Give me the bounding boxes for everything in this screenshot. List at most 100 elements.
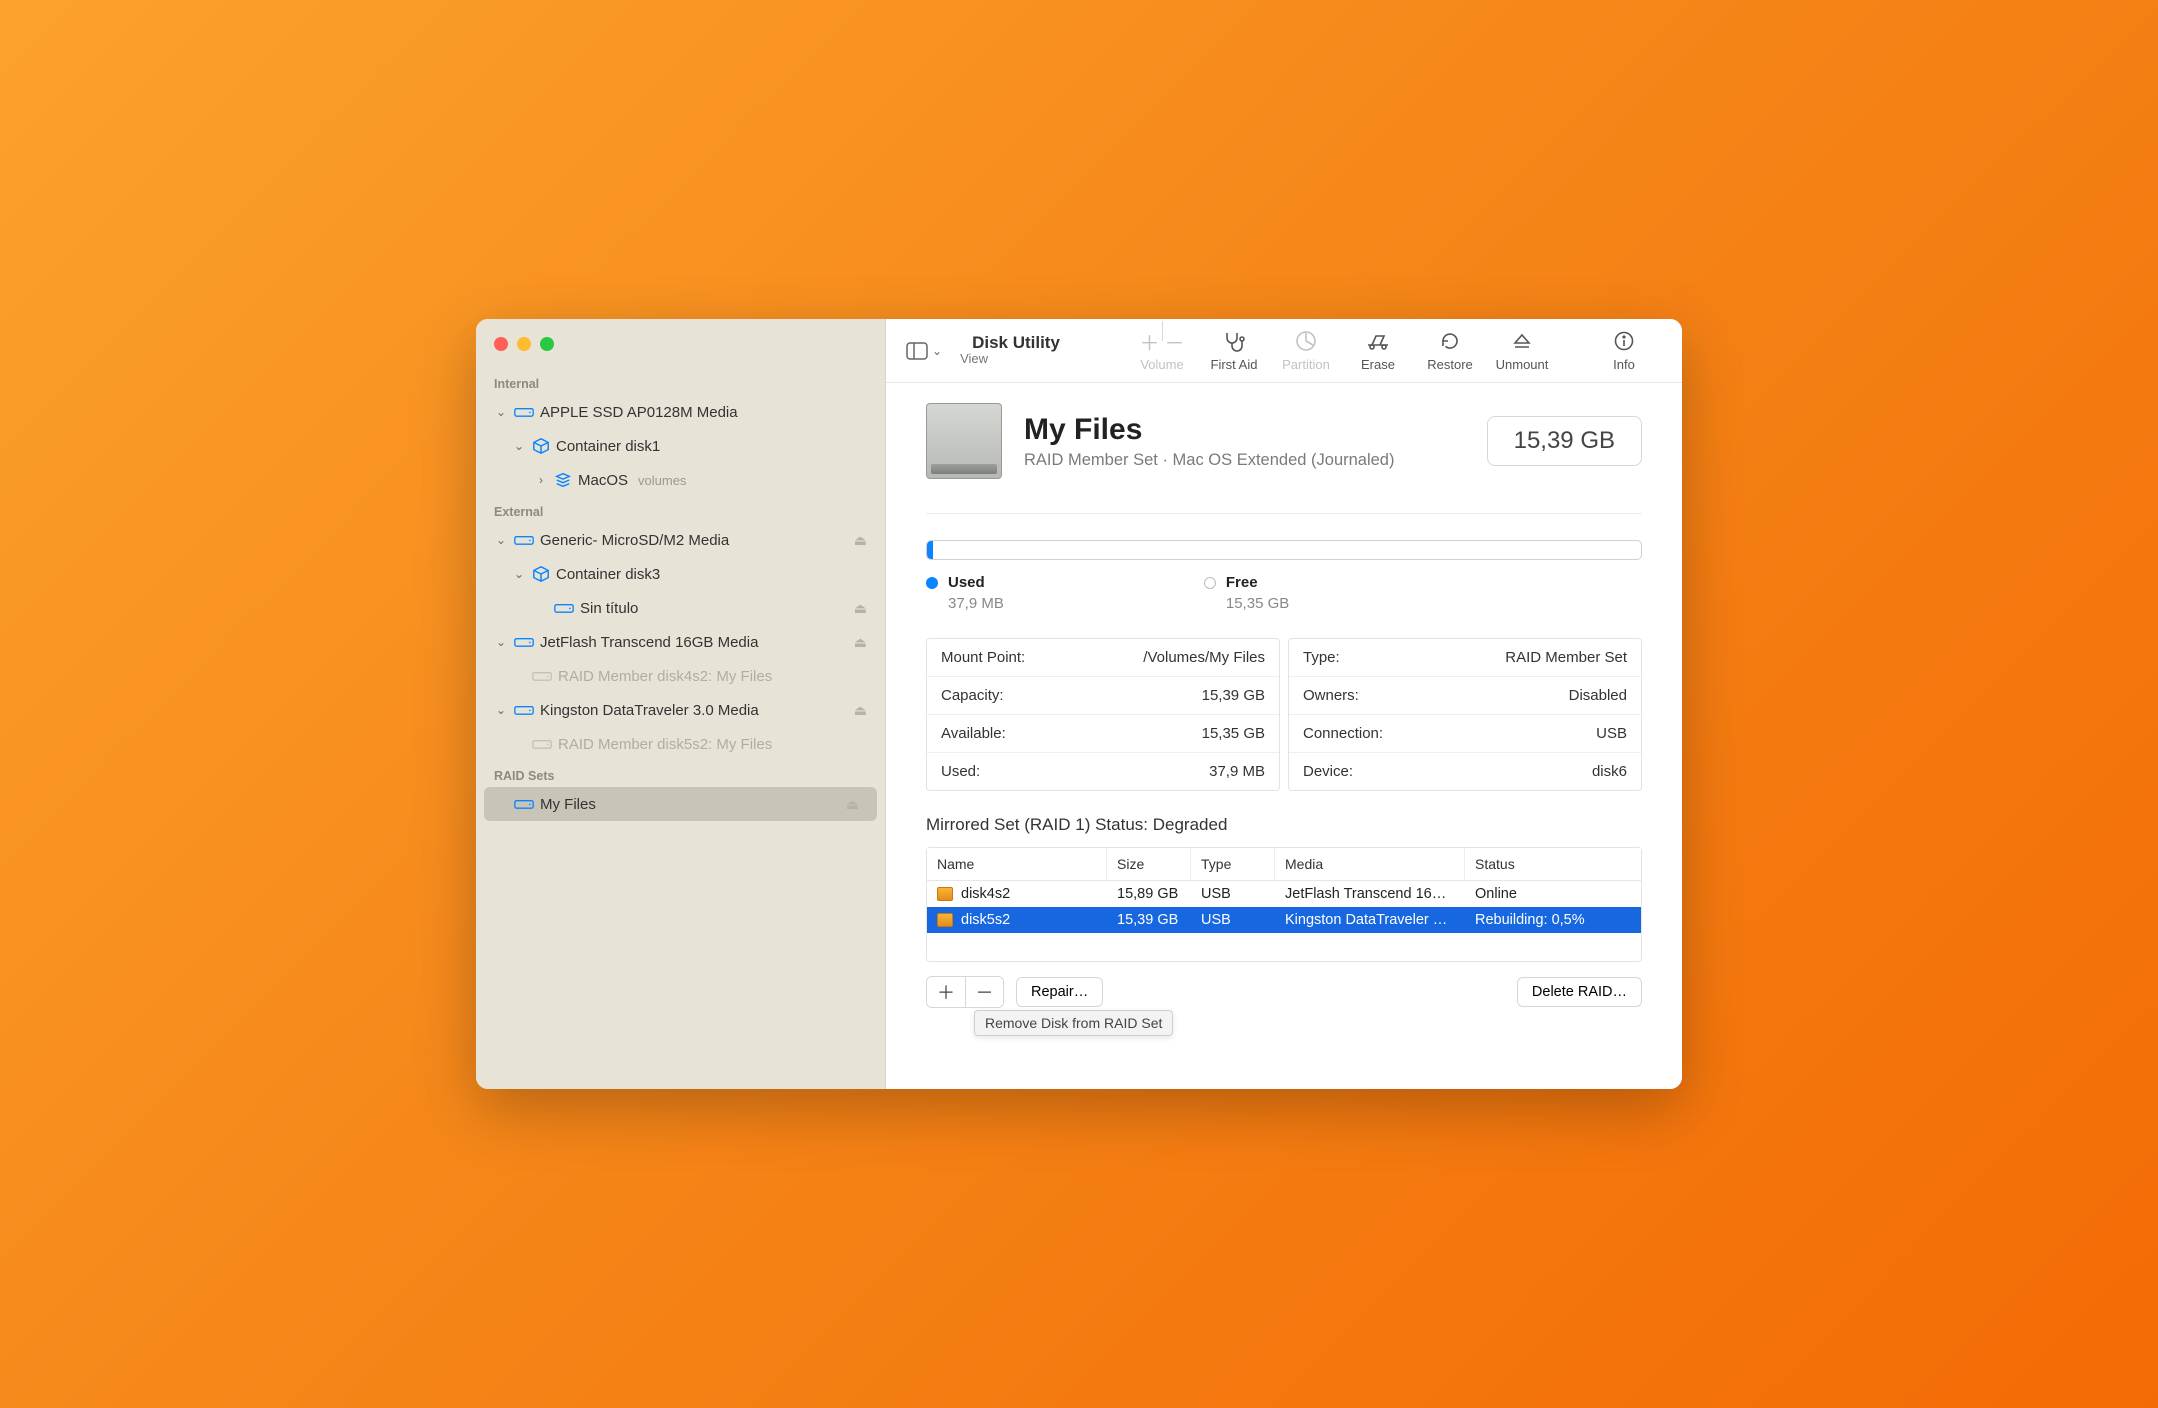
disk-chip-icon [937,887,953,901]
sidebar-item-label: MacOS [578,472,628,489]
sidebar-item-macos[interactable]: › MacOS volumes [476,463,885,497]
info-row: Device:disk6 [1289,753,1641,790]
raid-table-header: Name Size Type Media Status [927,848,1641,881]
col-size[interactable]: Size [1107,848,1191,880]
zoom-window-button[interactable] [540,337,554,351]
view-menu-button[interactable]: ⌄ [898,338,950,364]
info-icon [1614,329,1634,353]
sidebar-item-container-disk1[interactable]: ⌄ Container disk1 [476,429,885,463]
pie-icon [1295,329,1317,353]
usage-bar-used-segment [927,541,933,559]
sidebar-item-generic-microsd[interactable]: ⌄ Generic- MicroSD/M2 Media ⏏ [476,523,885,557]
sidebar-section-external: External [476,497,885,523]
sidebar-section-internal: Internal [476,369,885,395]
sidebar-item-sin-titulo[interactable]: · Sin título ⏏ [476,591,885,625]
raid-status-text: Mirrored Set (RAID 1) Status: Degraded [926,815,1642,835]
drive-icon [514,533,534,547]
sidebar-section-raid-sets: RAID Sets [476,761,885,787]
col-status[interactable]: Status [1465,848,1641,880]
info-row: Type:RAID Member Set [1289,639,1641,677]
repair-button[interactable]: Repair… [1016,977,1103,1007]
sidebar-item-raid-member-disk4s2[interactable]: · RAID Member disk4s2: My Files [476,659,885,693]
legend-used-value: 37,9 MB [948,595,1004,612]
container-icon [532,437,550,455]
sidebar-item-label: RAID Member disk4s2: My Files [558,668,772,685]
minus-icon: － [1165,327,1185,356]
chevron-down-icon[interactable]: ⌄ [494,635,508,649]
restore-icon [1439,329,1461,353]
sidebar-item-label: RAID Member disk5s2: My Files [558,736,772,753]
sidebar-item-label: JetFlash Transcend 16GB Media [540,634,758,651]
drive-icon [514,703,534,717]
plus-icon: ＋ [1140,327,1160,356]
sidebar-item-label: APPLE SSD AP0128M Media [540,404,738,421]
dot-free-icon [1204,577,1216,589]
divider [926,513,1642,514]
view-label: View [960,351,1060,366]
raid-actions-row: ＋ － Repair… Delete RAID… Remove Disk fro… [926,976,1642,1008]
col-type[interactable]: Type [1191,848,1275,880]
raid-table-row[interactable]: disk4s2 15,89 GB USB JetFlash Transcend … [927,881,1641,907]
info-row: Mount Point:/Volumes/My Files [927,639,1279,677]
drive-icon [514,405,534,419]
sidebar-item-label: My Files [540,796,596,813]
remove-disk-button[interactable]: － [965,977,1003,1007]
chevron-down-icon[interactable]: ⌄ [512,567,526,581]
sidebar-item-label: Container disk3 [556,566,660,583]
eject-icon[interactable]: ⏏ [854,532,867,549]
delete-raid-button[interactable]: Delete RAID… [1517,977,1642,1007]
eject-icon[interactable]: ⏏ [846,796,859,813]
sidebar-item-my-files[interactable]: · My Files ⏏ [484,787,877,821]
window-controls [476,337,885,369]
sidebar-item-jetflash[interactable]: ⌄ JetFlash Transcend 16GB Media ⏏ [476,625,885,659]
toolbar: ⌄ Disk Utility View ＋－ Volume First Aid … [886,319,1682,383]
toolbar-erase[interactable]: Erase [1342,329,1414,372]
sidebar-toggle-icon [906,342,928,360]
sidebar-item-label: Sin título [580,600,638,617]
disk-utility-window: Internal ⌄ APPLE SSD AP0128M Media ⌄ Con… [476,319,1682,1089]
disk-chip-icon [937,913,953,927]
sidebar-item-internal-disk[interactable]: ⌄ APPLE SSD AP0128M Media [476,395,885,429]
toolbar-unmount[interactable]: Unmount [1486,329,1558,372]
info-col-right: Type:RAID Member Set Owners:Disabled Con… [1288,638,1642,791]
legend-free: Free 15,35 GB [1204,574,1289,612]
chevron-down-icon[interactable]: ⌄ [512,439,526,453]
volume-artwork [926,403,1002,479]
close-window-button[interactable] [494,337,508,351]
sidebar-item-container-disk3[interactable]: ⌄ Container disk3 [476,557,885,591]
drive-icon [532,669,552,683]
volume-size-box: 15,39 GB [1487,416,1642,466]
chevron-down-icon[interactable]: ⌄ [494,405,508,419]
volume-stack-icon [554,471,572,489]
toolbar-restore[interactable]: Restore [1414,329,1486,372]
eject-icon[interactable]: ⏏ [854,600,867,617]
dot-used-icon [926,577,938,589]
chevron-down-icon[interactable]: ⌄ [494,533,508,547]
volume-name: My Files [1024,413,1394,447]
drive-icon [514,797,534,811]
add-disk-button[interactable]: ＋ [927,977,965,1007]
stethoscope-icon [1222,329,1246,353]
sidebar: Internal ⌄ APPLE SSD AP0128M Media ⌄ Con… [476,319,886,1089]
col-media[interactable]: Media [1275,848,1465,880]
erase-icon [1365,329,1391,353]
info-col-left: Mount Point:/Volumes/My Files Capacity:1… [926,638,1280,791]
raid-table-row[interactable]: disk5s2 15,39 GB USB Kingston DataTravel… [927,907,1641,933]
sidebar-item-raid-member-disk5s2[interactable]: · RAID Member disk5s2: My Files [476,727,885,761]
toolbar-first-aid[interactable]: First Aid [1198,329,1270,372]
sidebar-item-label: Generic- MicroSD/M2 Media [540,532,729,549]
chevron-right-icon[interactable]: › [534,473,548,487]
drive-icon [532,737,552,751]
chevron-down-icon: ⌄ [932,344,942,358]
app-title: Disk Utility [972,333,1060,353]
eject-icon[interactable]: ⏏ [854,634,867,651]
add-remove-segment: ＋ － [926,976,1004,1008]
eject-icon[interactable]: ⏏ [854,702,867,719]
chevron-down-icon[interactable]: ⌄ [494,703,508,717]
sidebar-item-kingston[interactable]: ⌄ Kingston DataTraveler 3.0 Media ⏏ [476,693,885,727]
col-name[interactable]: Name [927,848,1107,880]
info-row: Connection:USB [1289,715,1641,753]
toolbar-info[interactable]: Info [1588,329,1660,372]
container-icon [532,565,550,583]
minimize-window-button[interactable] [517,337,531,351]
